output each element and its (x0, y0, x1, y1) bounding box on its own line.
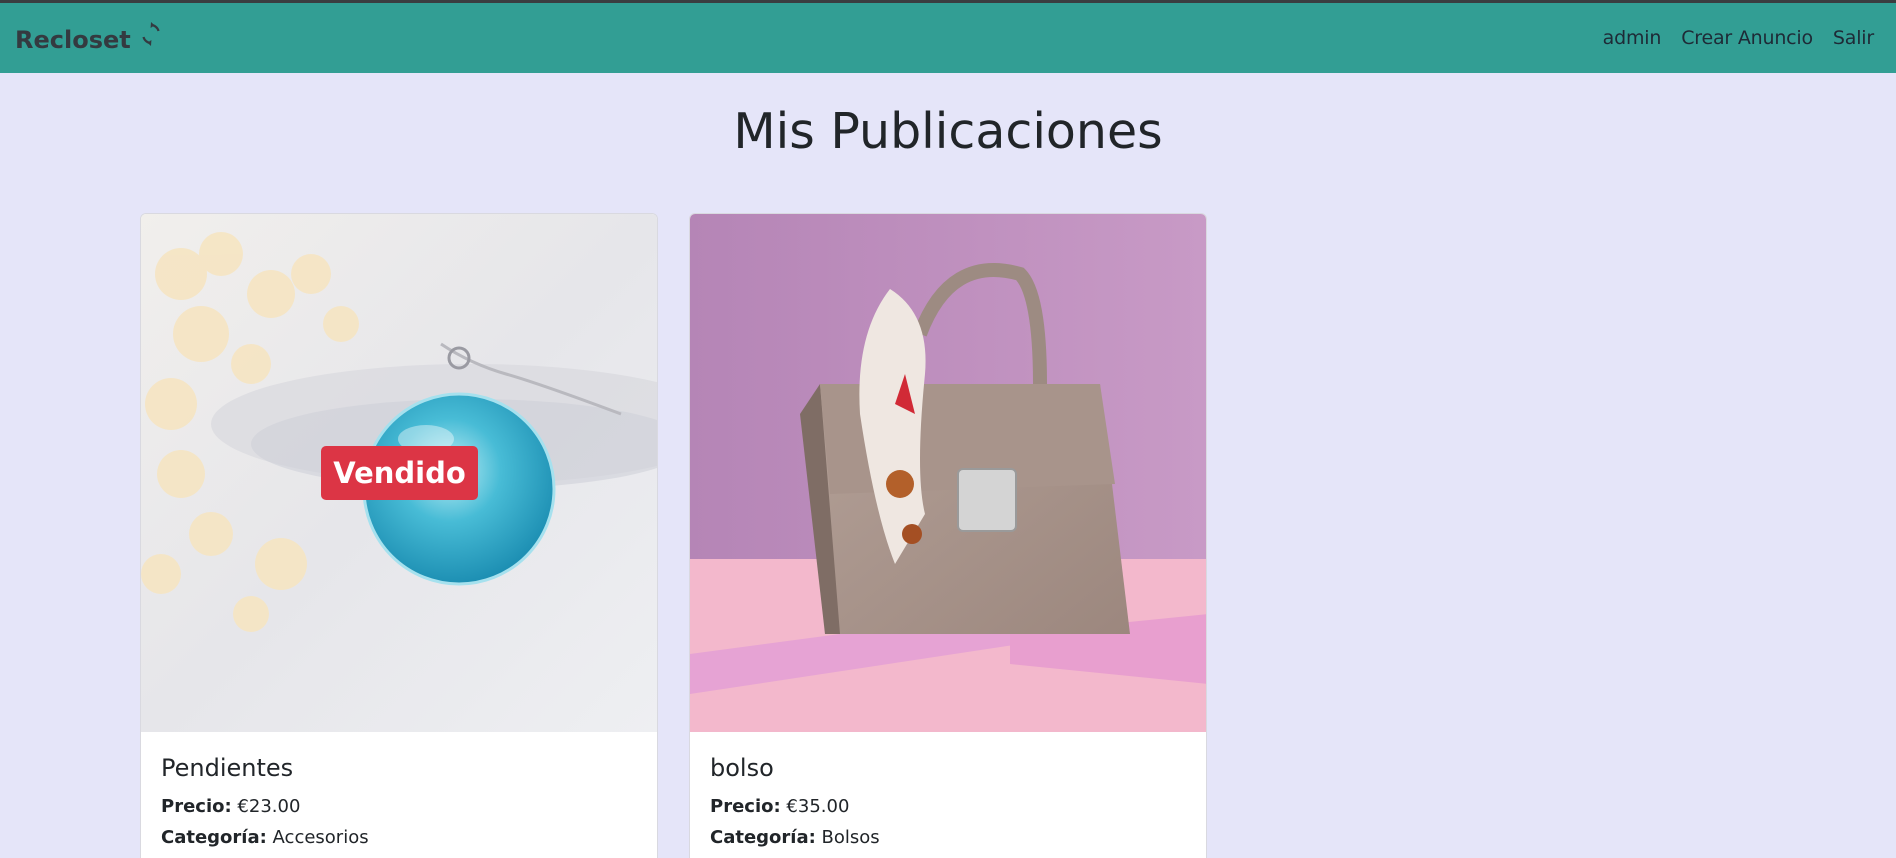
product-image-bag (690, 214, 1206, 732)
card-title: bolso (710, 754, 774, 782)
product-image-pendant: Vendido (141, 214, 657, 732)
price-value: €23.00 (237, 796, 301, 817)
price-line: Precio: €35.00 (710, 796, 1186, 817)
page-title: Mis Publicaciones (733, 103, 1163, 160)
nav-links: admin Crear Anuncio Salir (1603, 27, 1875, 49)
brand-name: Recloset (15, 25, 131, 54)
price-label: Precio: (710, 796, 781, 817)
category-label: Categoría: (710, 827, 816, 848)
sync-icon (142, 21, 160, 46)
listing-card-pendientes[interactable]: Vendido Pendientes Precio: €23.00 Catego… (140, 213, 658, 858)
nav-link-admin[interactable]: admin (1603, 27, 1662, 49)
nav-link-crear-anuncio[interactable]: Crear Anuncio (1681, 27, 1813, 49)
card-body: bolso Precio: €35.00 Categoría: Bolsos (690, 732, 1206, 848)
navbar: Recloset admin Crear Anuncio Salir (0, 0, 1896, 73)
listings-grid: Vendido Pendientes Precio: €23.00 Catego… (140, 213, 1207, 858)
price-line: Precio: €23.00 (161, 796, 637, 817)
category-value: Bolsos (821, 827, 880, 848)
category-line: Categoría: Accesorios (161, 827, 637, 848)
brand-link[interactable]: Recloset (15, 21, 163, 54)
card-body: Pendientes Precio: €23.00 Categoría: Acc… (141, 732, 657, 848)
category-value: Accesorios (272, 827, 369, 848)
card-title: Pendientes (161, 754, 294, 782)
sold-badge: Vendido (321, 446, 478, 500)
category-line: Categoría: Bolsos (710, 827, 1186, 848)
price-label: Precio: (161, 796, 232, 817)
price-value: €35.00 (786, 796, 850, 817)
nav-link-salir[interactable]: Salir (1833, 27, 1874, 49)
listing-card-bolso[interactable]: bolso Precio: €35.00 Categoría: Bolsos (689, 213, 1207, 858)
category-label: Categoría: (161, 827, 267, 848)
